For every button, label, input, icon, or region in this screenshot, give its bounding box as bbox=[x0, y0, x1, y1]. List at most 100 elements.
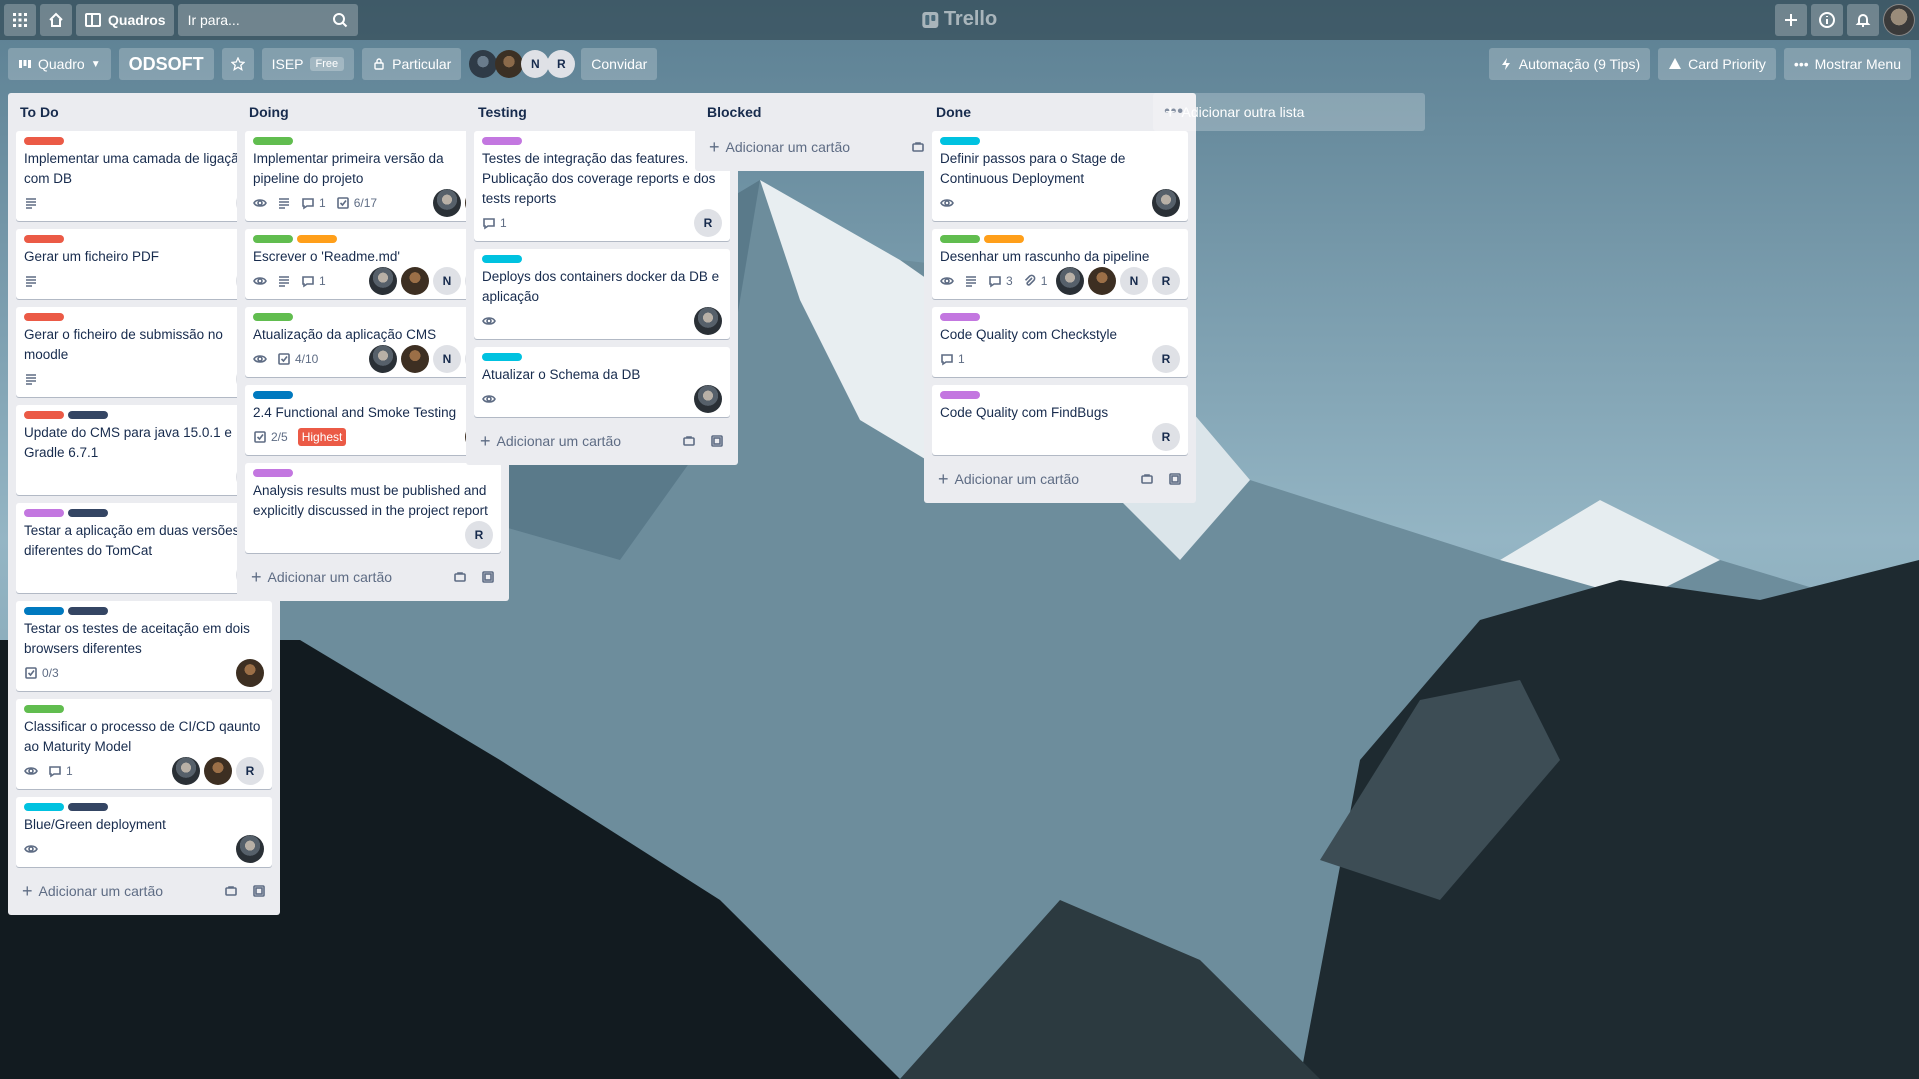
invite-button[interactable]: Convidar bbox=[581, 48, 658, 80]
card-labels[interactable] bbox=[24, 235, 264, 243]
card-labels[interactable] bbox=[940, 137, 1180, 145]
card-label-green[interactable] bbox=[24, 705, 64, 713]
card[interactable]: 2.4 Functional and Smoke Testing 2/5 Highe… bbox=[245, 385, 501, 455]
card-from-template-icon[interactable] bbox=[710, 434, 724, 448]
member-avatar[interactable] bbox=[694, 385, 722, 413]
card-title[interactable]: Definir passos para o Stage de Continuou… bbox=[940, 149, 1180, 189]
list-title[interactable]: Testing bbox=[478, 104, 527, 120]
board-view-switcher[interactable]: Quadro ▼ bbox=[8, 48, 111, 80]
card-from-template-icon[interactable] bbox=[1168, 472, 1182, 486]
list-header[interactable]: Blocked••• bbox=[703, 93, 959, 131]
home-button[interactable] bbox=[40, 4, 72, 36]
card-labels[interactable] bbox=[940, 391, 1180, 399]
create-button[interactable] bbox=[1775, 4, 1807, 36]
card-label-purple[interactable] bbox=[24, 509, 64, 517]
card[interactable]: Testar os testes de aceitação em dois br… bbox=[16, 601, 272, 691]
card-labels[interactable] bbox=[24, 803, 264, 811]
member-avatar[interactable] bbox=[401, 267, 429, 295]
card-labels[interactable] bbox=[482, 137, 722, 145]
apps-grid-button[interactable] bbox=[4, 4, 36, 36]
card-title[interactable]: Analysis results must be published and e… bbox=[253, 481, 493, 521]
member-avatar[interactable]: N bbox=[433, 267, 461, 295]
card-labels[interactable] bbox=[24, 607, 264, 615]
show-menu-button[interactable]: ••• Mostrar Menu bbox=[1783, 48, 1911, 80]
member-avatar[interactable]: R bbox=[465, 521, 493, 549]
member-avatar[interactable] bbox=[694, 307, 722, 335]
member-avatar[interactable] bbox=[433, 189, 461, 217]
card[interactable]: Deploys dos containers docker da DB e ap… bbox=[474, 249, 730, 339]
list-header[interactable]: Doing••• bbox=[245, 93, 501, 131]
card-labels[interactable] bbox=[24, 137, 264, 145]
member-avatar[interactable] bbox=[1056, 267, 1084, 295]
card-label-navy[interactable] bbox=[68, 607, 108, 615]
add-card-button[interactable]: + Adicionar um cartão bbox=[932, 463, 1188, 495]
template-icon[interactable] bbox=[224, 884, 238, 898]
list-title[interactable]: Doing bbox=[249, 104, 289, 120]
card[interactable]: Gerar um ficheiro PDFN bbox=[16, 229, 272, 299]
card-label-orange[interactable] bbox=[984, 235, 1024, 243]
card[interactable]: Testar a aplicação em duas versões difer… bbox=[16, 503, 272, 593]
card-priority-button[interactable]: Card Priority bbox=[1658, 48, 1776, 80]
card[interactable]: Atualização da aplicação CMS4/10NR bbox=[245, 307, 501, 377]
card-label-purple[interactable] bbox=[940, 313, 980, 321]
card[interactable]: Blue/Green deployment bbox=[16, 797, 272, 867]
card-title[interactable]: Code Quality com Checkstyle bbox=[940, 325, 1180, 345]
card-label-green[interactable] bbox=[253, 137, 293, 145]
card-title[interactable]: Testar a aplicação em duas versões difer… bbox=[24, 521, 264, 561]
template-icon[interactable] bbox=[1140, 472, 1154, 486]
card-from-template-icon[interactable] bbox=[481, 570, 495, 584]
list-done[interactable]: Done ••• Definir passos para o Stage de Co… bbox=[924, 93, 1196, 503]
card-title[interactable]: Atualização da aplicação CMS bbox=[253, 325, 493, 345]
card-labels[interactable] bbox=[253, 469, 493, 477]
card[interactable]: Gerar o ficheiro de submissão no moodleN bbox=[16, 307, 272, 397]
card[interactable]: Desenhar um rascunho da pipeline 3 1 N R bbox=[932, 229, 1188, 299]
member-avatar[interactable] bbox=[495, 50, 524, 78]
card-label-green[interactable] bbox=[253, 235, 293, 243]
card-title[interactable]: Code Quality com FindBugs bbox=[940, 403, 1180, 423]
card-title[interactable]: Testes de integração das features. Publi… bbox=[482, 149, 722, 209]
card-title[interactable]: Classificar o processo de CI/CD qaunto a… bbox=[24, 717, 264, 757]
card-title[interactable]: Escrever o 'Readme.md' bbox=[253, 247, 493, 267]
template-icon[interactable] bbox=[682, 434, 696, 448]
member-avatar[interactable] bbox=[236, 659, 264, 687]
member-avatar[interactable]: R bbox=[1152, 345, 1180, 373]
card-labels[interactable] bbox=[24, 411, 264, 419]
automation-button[interactable]: Automação (9 Tips) bbox=[1488, 48, 1651, 80]
card-title[interactable]: Atualizar o Schema da DB bbox=[482, 365, 722, 385]
list-header[interactable]: To Do••• bbox=[16, 93, 272, 131]
card-labels[interactable] bbox=[940, 235, 1180, 243]
card-title[interactable]: Implementar primeira versão da pipeline … bbox=[253, 149, 493, 189]
member-avatar[interactable] bbox=[1088, 267, 1116, 295]
member-avatar[interactable] bbox=[236, 835, 264, 863]
add-card-button[interactable]: + Adicionar um cartão bbox=[703, 131, 959, 163]
card-title[interactable]: Implementar uma camada de ligação com DB bbox=[24, 149, 264, 189]
list-header[interactable]: Done ••• bbox=[932, 93, 1188, 131]
card-label-purple[interactable] bbox=[253, 469, 293, 477]
card-title[interactable]: Blue/Green deployment bbox=[24, 815, 264, 835]
card-title[interactable]: Gerar um ficheiro PDF bbox=[24, 247, 264, 267]
card-title[interactable]: Update do CMS para java 15.0.1 e Gradle … bbox=[24, 423, 264, 463]
card-labels[interactable] bbox=[253, 313, 493, 321]
member-avatar[interactable] bbox=[369, 345, 397, 373]
card-labels[interactable] bbox=[24, 705, 264, 713]
card-label-red[interactable] bbox=[24, 313, 64, 321]
member-avatar[interactable] bbox=[469, 50, 498, 78]
card-labels[interactable] bbox=[24, 313, 264, 321]
member-avatar[interactable] bbox=[369, 267, 397, 295]
card-labels[interactable] bbox=[253, 391, 493, 399]
card-label-green[interactable] bbox=[940, 235, 980, 243]
card-label-purple[interactable] bbox=[940, 391, 980, 399]
card-label-red[interactable] bbox=[24, 411, 64, 419]
card-label-sky[interactable] bbox=[24, 803, 64, 811]
notifications-button[interactable] bbox=[1847, 4, 1879, 36]
card[interactable]: Analysis results must be published and e… bbox=[245, 463, 501, 553]
card-title[interactable]: 2.4 Functional and Smoke Testing bbox=[253, 403, 493, 423]
card-title[interactable]: Testar os testes de aceitação em dois br… bbox=[24, 619, 264, 659]
card[interactable]: Atualizar o Schema da DB bbox=[474, 347, 730, 417]
card-labels[interactable] bbox=[253, 137, 493, 145]
template-icon[interactable] bbox=[453, 570, 467, 584]
card[interactable]: Definir passos para o Stage de Continuou… bbox=[932, 131, 1188, 221]
card-label-purple[interactable] bbox=[482, 137, 522, 145]
card[interactable]: Code Quality com Checkstyle 1 R bbox=[932, 307, 1188, 377]
card-labels[interactable] bbox=[24, 509, 264, 517]
